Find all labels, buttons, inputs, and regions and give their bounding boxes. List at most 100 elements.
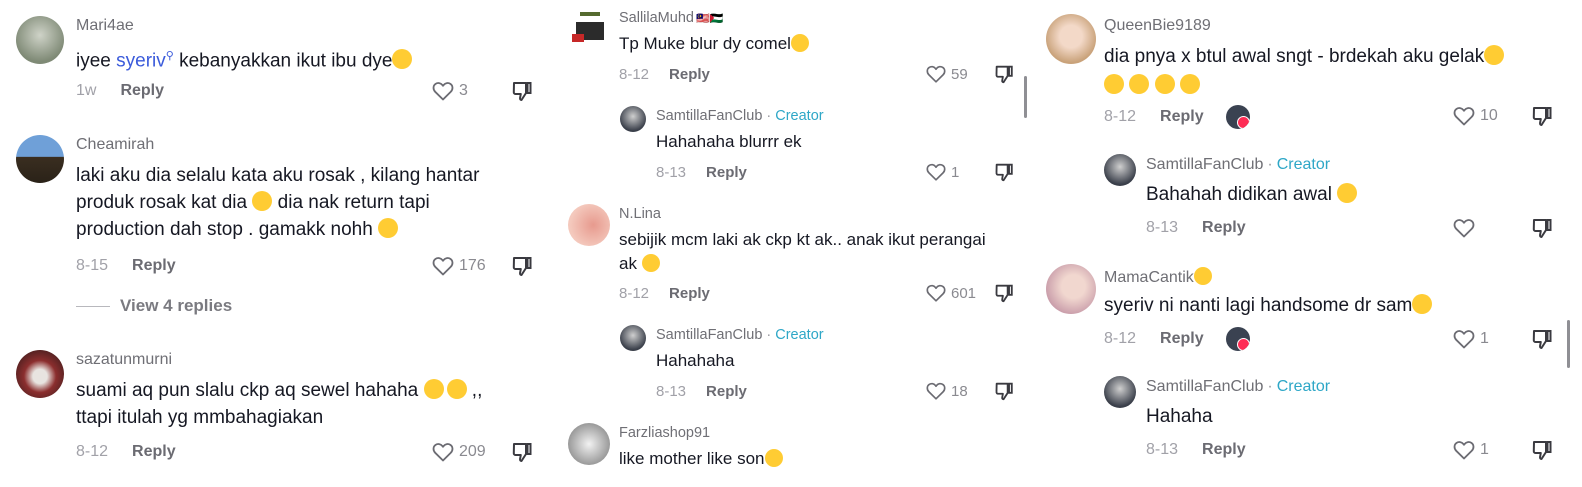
rofl-emoji-icon (1129, 74, 1150, 94)
laughing-emoji-icon (392, 49, 413, 70)
like-button[interactable]: 18 (925, 380, 968, 402)
comment-date: 8-12 (1104, 330, 1137, 347)
smiling-hearts-emoji-icon (1412, 294, 1433, 314)
reply-button[interactable]: Reply (1160, 108, 1204, 126)
comment-meta: 8-13 Reply (656, 164, 747, 181)
heart-icon (925, 282, 947, 304)
scrollbar[interactable] (1024, 76, 1027, 118)
search-icon: ⚲ (165, 50, 174, 62)
comment-meta: 8-13 Reply (1146, 441, 1246, 459)
comment-meta: 8-12 Reply (619, 66, 710, 83)
username[interactable]: SamtillaFanClub · Creator (656, 327, 824, 343)
dislike-icon[interactable] (1530, 327, 1554, 351)
username[interactable]: Mari4ae (76, 17, 134, 35)
dislike-icon[interactable] (1530, 216, 1554, 240)
rofl-emoji-icon (1104, 74, 1124, 94)
like-button[interactable]: 176 (431, 254, 486, 278)
comments-column-1: Mari4ae iyee syeriv⚲ kebanyakkan ikut ib… (0, 0, 545, 487)
heart-icon (1237, 116, 1250, 129)
username[interactable]: SamtillaFanClub · Creator (1146, 378, 1330, 396)
like-button[interactable]: 1 (1452, 438, 1489, 462)
comment-meta: 8-12 Reply (1104, 108, 1204, 126)
creator-liked-icon (1226, 105, 1250, 129)
creator-badge: · Creator (1267, 378, 1331, 395)
reply-button[interactable]: Reply (1202, 441, 1246, 459)
dislike-icon[interactable] (993, 380, 1015, 402)
reply-button[interactable]: Reply (669, 285, 710, 302)
avatar[interactable] (16, 135, 64, 183)
avatar[interactable] (570, 8, 610, 48)
avatar[interactable] (1046, 14, 1096, 64)
reply-button[interactable]: Reply (706, 164, 747, 181)
comment-text: suami aq pun slalu ckp aq sewel hahaha ,… (76, 379, 483, 428)
avatar[interactable] (620, 325, 646, 351)
mention-link[interactable]: syeriv (116, 50, 166, 71)
avatar[interactable] (1104, 376, 1136, 408)
username[interactable]: Farzliashop91 (619, 425, 710, 441)
reply-button[interactable]: Reply (706, 383, 747, 400)
reply-button[interactable]: Reply (1202, 219, 1246, 237)
comments-column-2: SallilaMuhd 🇲🇾🇵🇸 Tp Muke blur dy comel 8-… (560, 0, 1035, 487)
creator-badge: · Creator (766, 108, 824, 124)
kissing-emoji-icon (1193, 267, 1212, 285)
username[interactable]: SallilaMuhd 🇲🇾🇵🇸 (619, 10, 723, 26)
heart-icon (1452, 104, 1476, 128)
dislike-icon[interactable] (510, 254, 534, 278)
like-count: 176 (459, 257, 486, 274)
like-button[interactable]: 1 (1452, 327, 1489, 351)
like-button[interactable]: 1 (925, 161, 959, 183)
comment-date: 8-13 (1146, 219, 1179, 236)
dislike-icon[interactable] (993, 63, 1015, 85)
avatar[interactable] (1046, 264, 1096, 314)
avatar[interactable] (568, 423, 610, 465)
username[interactable]: sazatunmurni (76, 351, 172, 369)
reply-button[interactable]: Reply (669, 66, 710, 83)
divider (76, 305, 110, 307)
comment-meta: 8-12 Reply (76, 443, 176, 461)
dislike-icon[interactable] (993, 161, 1015, 183)
username[interactable]: MamaCantik (1104, 267, 1212, 287)
reply-button[interactable]: Reply (132, 257, 176, 275)
dislike-icon[interactable] (1530, 438, 1554, 462)
heart-icon (1452, 216, 1476, 240)
comment-text: like mother like son (619, 447, 1019, 471)
username[interactable]: SamtillaFanClub · Creator (1146, 156, 1330, 174)
laughing-emoji-icon (1337, 183, 1358, 203)
smiling-hearts-emoji-icon (764, 449, 783, 467)
reply-button[interactable]: Reply (132, 443, 176, 461)
heart-icon (925, 380, 947, 402)
heart-icon (925, 161, 947, 183)
like-button[interactable] (1452, 216, 1480, 240)
comment-date: 8-13 (656, 383, 687, 400)
comment-text: laki aku dia selalu kata aku rosak , kil… (76, 165, 480, 240)
scrollbar[interactable] (1567, 320, 1570, 368)
comment-date: 8-12 (619, 285, 650, 302)
like-button[interactable]: 601 (925, 282, 976, 304)
like-button[interactable]: 59 (925, 63, 968, 85)
dislike-icon[interactable] (1530, 104, 1554, 128)
avatar[interactable] (16, 350, 64, 398)
dislike-icon[interactable] (510, 440, 534, 464)
dislike-icon[interactable] (993, 282, 1015, 304)
username[interactable]: QueenBie9189 (1104, 17, 1211, 35)
reply-button[interactable]: Reply (1160, 330, 1204, 348)
heart-icon (1452, 438, 1476, 462)
avatar[interactable] (620, 106, 646, 132)
avatar[interactable] (16, 16, 64, 64)
like-count: 1 (951, 163, 960, 181)
username[interactable]: SamtillaFanClub · Creator (656, 108, 824, 124)
dislike-icon[interactable] (510, 79, 534, 103)
reply-button[interactable]: Reply (120, 82, 164, 100)
like-button[interactable]: 3 (431, 79, 468, 103)
like-count: 3 (459, 82, 468, 99)
comment-meta: 1w Reply (76, 82, 164, 100)
username[interactable]: Cheamirah (76, 136, 154, 154)
kissing-emoji-icon (790, 34, 809, 52)
username[interactable]: N.Lina (619, 206, 661, 222)
view-replies-button[interactable]: View 4 replies (76, 296, 232, 316)
like-button[interactable]: 10 (1452, 104, 1498, 128)
avatar[interactable] (568, 204, 610, 246)
avatar[interactable] (1104, 154, 1136, 186)
like-button[interactable]: 209 (431, 440, 486, 464)
creator-badge: · Creator (1267, 156, 1331, 173)
